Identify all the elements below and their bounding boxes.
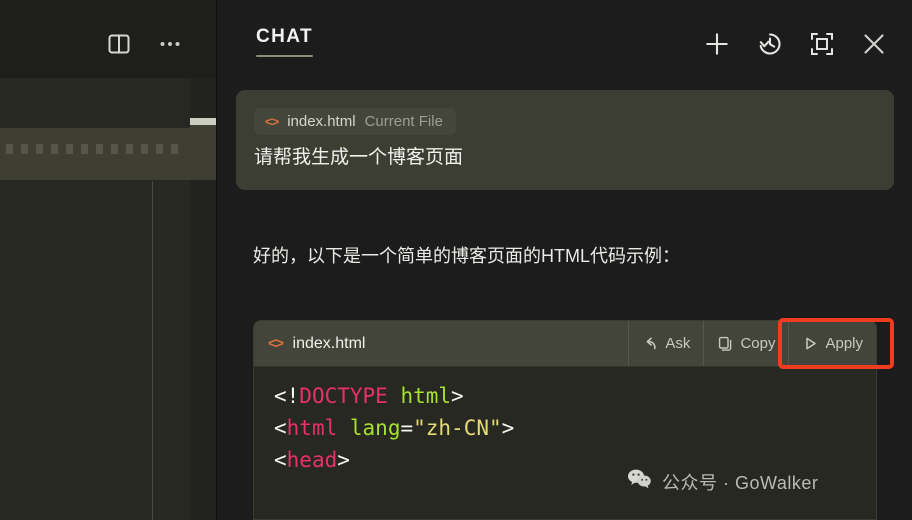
user-message-bubble: <> index.html Current File 请帮我生成一个博客页面 — [236, 90, 894, 190]
file-chip-filename: index.html — [287, 113, 356, 130]
minimap-highlight-block — [190, 125, 216, 180]
user-message-text: 请帮我生成一个博客页面 — [254, 147, 464, 168]
tab-chat-label: CHAT — [256, 26, 313, 47]
code-brackets-icon: <> — [265, 114, 279, 129]
code-block-file: <> index.html — [254, 335, 628, 353]
code-token: < — [274, 415, 287, 440]
code-token: < — [274, 447, 287, 472]
ask-button[interactable]: Ask — [628, 321, 703, 366]
code-line: <head> — [274, 445, 876, 477]
editor-code-area[interactable] — [0, 78, 190, 520]
code-token: "zh-CN" — [413, 415, 502, 440]
code-token: > — [451, 384, 464, 408]
code-block-header: <> index.html Ask Copy Apply — [254, 321, 876, 367]
chat-panel: CHAT <> index.html Current File 请帮我生成一个博… — [217, 0, 912, 520]
file-context-chip[interactable]: <> index.html Current File — [254, 108, 456, 135]
code-editor-pane[interactable] — [0, 0, 216, 520]
editor-text-placeholder — [6, 144, 186, 154]
code-token: = — [400, 415, 414, 440]
ellipsis-icon[interactable] — [154, 28, 186, 60]
file-chip-context-label: Current File — [364, 113, 443, 130]
code-block: <> index.html Ask Copy Apply <!DOCTYPE h… — [253, 320, 877, 520]
ask-button-label: Ask — [665, 335, 691, 352]
maximize-icon[interactable] — [806, 28, 838, 60]
reply-arrow-icon — [642, 335, 659, 352]
apply-button-label: Apply — [825, 335, 863, 352]
code-block-content[interactable]: <!DOCTYPE html> <html lang="zh-CN"> <head> — [254, 367, 876, 477]
code-line: <html lang="zh-CN"> — [274, 413, 876, 445]
code-token: DOCTYPE — [299, 384, 388, 408]
history-icon[interactable] — [754, 28, 786, 60]
editor-guide-line — [152, 181, 153, 520]
play-triangle-icon — [802, 335, 819, 352]
code-brackets-icon: <> — [268, 335, 284, 352]
code-line: <!DOCTYPE html> — [274, 381, 876, 413]
chat-header: CHAT — [217, 0, 912, 78]
copy-icon — [717, 335, 734, 352]
copy-button-label: Copy — [740, 335, 776, 352]
apply-button[interactable]: Apply — [788, 321, 876, 366]
new-chat-icon[interactable] — [701, 28, 733, 60]
minimap-marker — [190, 118, 216, 125]
code-block-filename: index.html — [292, 334, 366, 352]
split-panel-icon[interactable] — [103, 28, 135, 60]
code-token: lang — [349, 415, 401, 440]
tab-chat-active-underline — [256, 55, 313, 57]
code-token: head — [286, 447, 338, 472]
copy-button[interactable]: Copy — [703, 321, 788, 366]
code-token: html — [286, 415, 338, 440]
tab-chat[interactable]: CHAT — [256, 26, 313, 57]
code-token: <! — [274, 384, 300, 408]
assistant-message-text: 好的，以下是一个简单的博客页面的HTML代码示例： — [253, 246, 680, 266]
code-token: > — [337, 447, 350, 472]
code-token: html — [400, 384, 452, 408]
editor-minimap[interactable] — [190, 78, 216, 520]
close-icon[interactable] — [858, 28, 890, 60]
editor-active-line — [0, 128, 190, 180]
code-token: > — [501, 415, 515, 440]
